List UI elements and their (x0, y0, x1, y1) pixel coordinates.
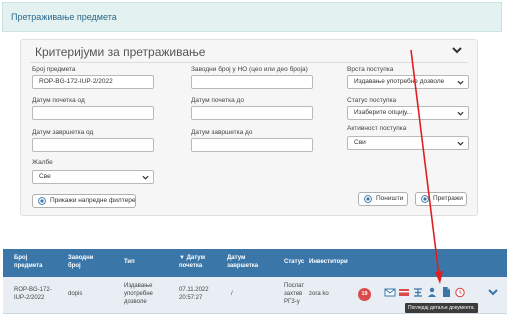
cell-type: Издавање употребне дозволе (124, 283, 153, 305)
column-header-case-number[interactable]: Број предмета (14, 254, 54, 270)
clock-icon[interactable] (454, 286, 466, 298)
reset-button[interactable]: Поништи (358, 192, 408, 206)
case-number-label: Број предмета (32, 66, 76, 73)
procedure-type-select[interactable]: Издавање употребне дозволе (347, 75, 469, 89)
start-date-to-input[interactable] (191, 106, 313, 120)
start-date-from-input[interactable] (32, 106, 154, 120)
envelope-icon[interactable] (384, 286, 396, 298)
results-table-header: Број предмета Заводни број Тип ▼ Датум п… (3, 249, 507, 277)
page-title: Претраживање предмета (11, 12, 117, 22)
radio-icon (421, 195, 429, 203)
chevron-down-icon[interactable] (487, 286, 499, 298)
tooltip: Погледај детаље документа. (405, 303, 478, 313)
cell-incoming-number: dopis (68, 291, 83, 297)
search-label: Претражи (433, 195, 463, 202)
procedure-status-value: Изаберите опцију... (354, 109, 413, 116)
search-button[interactable]: Претражи (415, 192, 467, 206)
cell-end-date: / (231, 291, 233, 297)
column-header-start-date[interactable]: ▼ Датум почетка (179, 254, 221, 270)
notification-badge[interactable]: 19 (358, 288, 371, 301)
procedure-type-label: Врста поступка (347, 66, 394, 73)
person-icon[interactable] (426, 286, 438, 298)
column-header-type[interactable]: Тип (124, 258, 135, 266)
document-icon[interactable] (440, 286, 452, 298)
procedure-activity-select[interactable]: Сви (347, 136, 469, 150)
column-header-investors[interactable]: Инвеститори (309, 258, 348, 266)
case-number-input[interactable]: ROP-BG-172-IUP-2/2022 (32, 75, 154, 89)
chevron-down-icon (142, 175, 149, 180)
cell-case-number[interactable]: ROP-BG-172-IUP-2/2022 (14, 286, 56, 302)
reset-label: Поништи (376, 195, 404, 202)
column-header-status[interactable]: Статус (284, 258, 304, 266)
procedure-activity-value: Сви (354, 139, 366, 146)
criteria-title: Критеријуми за претраживање (35, 45, 206, 59)
procedure-status-label: Статус поступка (347, 97, 397, 104)
chevron-down-icon[interactable] (451, 44, 463, 56)
end-date-from-label: Датум завршетка од (32, 129, 94, 136)
search-criteria-panel: Критеријуми за претраживање Број предмет… (20, 39, 478, 216)
complaints-value: Све (39, 173, 51, 180)
start-date-from-label: Датум почетка од (32, 97, 85, 104)
incoming-number-label: Заводни број у НО (цео или део броја) (191, 66, 308, 73)
complaints-select[interactable]: Све (32, 170, 154, 184)
procedure-activity-label: Активност поступка (347, 125, 407, 132)
end-date-to-input[interactable] (191, 138, 313, 152)
column-header-incoming-number[interactable]: Заводни број (68, 254, 103, 270)
radio-icon (38, 197, 46, 205)
cell-investors: zora ko (309, 291, 329, 297)
end-date-from-input[interactable] (32, 138, 154, 152)
start-date-to-label: Датум почетка до (191, 97, 244, 104)
chevron-down-icon (457, 141, 464, 146)
divider (30, 62, 468, 63)
chevron-down-icon (457, 80, 464, 85)
end-date-to-label: Датум завршетка до (191, 129, 253, 136)
radio-icon (364, 195, 372, 203)
show-advanced-filters-button[interactable]: Прикажи напредне филтере (32, 194, 136, 208)
page-header: Претраживање предмета (2, 2, 502, 32)
cell-start-date: 07.11.2022 20:57:27 (179, 287, 209, 301)
complaints-label: Жалбе (32, 159, 53, 166)
procedure-type-value: Издавање употребне дозволе (354, 78, 445, 85)
incoming-number-input[interactable] (191, 75, 313, 89)
hierarchy-icon[interactable] (412, 286, 424, 298)
card-icon[interactable] (398, 286, 410, 298)
show-advanced-filters-label: Прикажи напредне филтере (50, 197, 136, 204)
procedure-status-select[interactable]: Изаберите опцију... (347, 106, 469, 120)
column-header-end-date[interactable]: Датум завршетка (227, 254, 269, 270)
chevron-down-icon (457, 111, 464, 116)
